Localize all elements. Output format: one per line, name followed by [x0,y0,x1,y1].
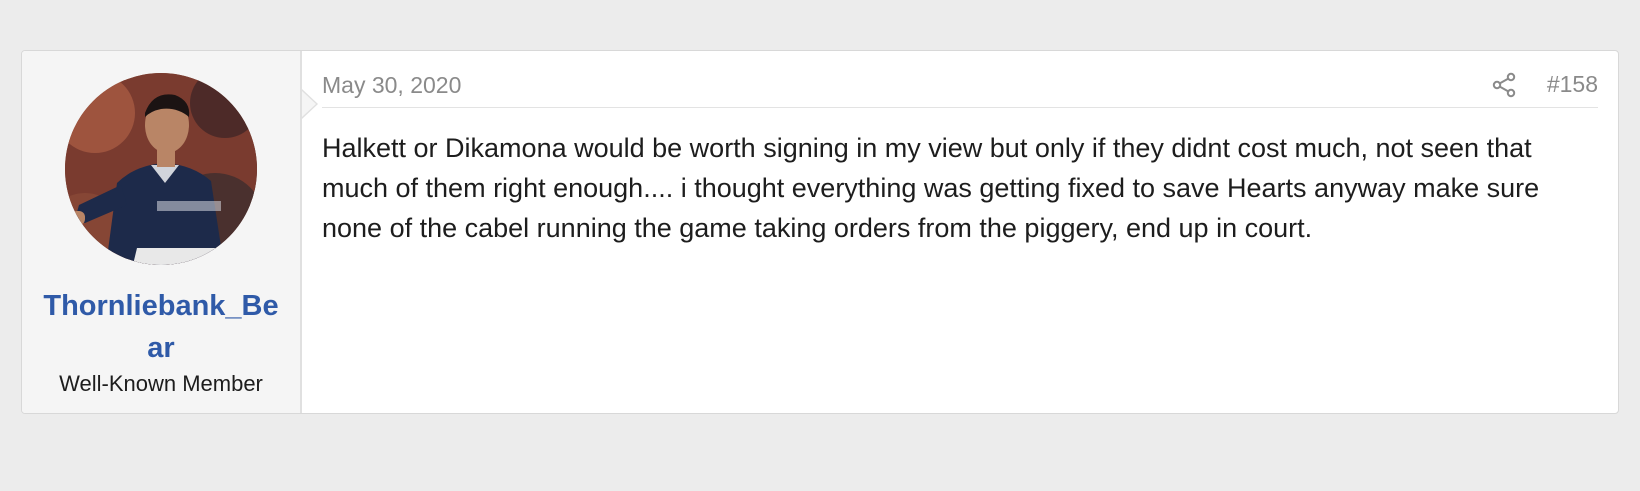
post-header-actions: #158 [1491,71,1598,98]
user-panel: Thornliebank_Bear Well-Known Member [22,51,302,413]
user-avatar[interactable] [65,73,257,265]
share-icon[interactable] [1491,72,1517,98]
post-body-text: Halkett or Dikamona would be worth signi… [322,133,1540,243]
post-card: Thornliebank_Bear Well-Known Member May … [21,50,1619,414]
user-title: Well-Known Member [59,371,263,396]
post-number-link[interactable]: #158 [1547,71,1598,98]
post-content: May 30, 2020 #158 Halkett or Dikamona wo… [302,51,1618,413]
post-date-link[interactable]: May 30, 2020 [322,72,461,99]
username-link[interactable]: Thornliebank_Bear [41,285,281,369]
speech-notch [302,91,316,117]
post-header: May 30, 2020 #158 [322,51,1598,108]
avatar-photo-icon [65,73,257,265]
